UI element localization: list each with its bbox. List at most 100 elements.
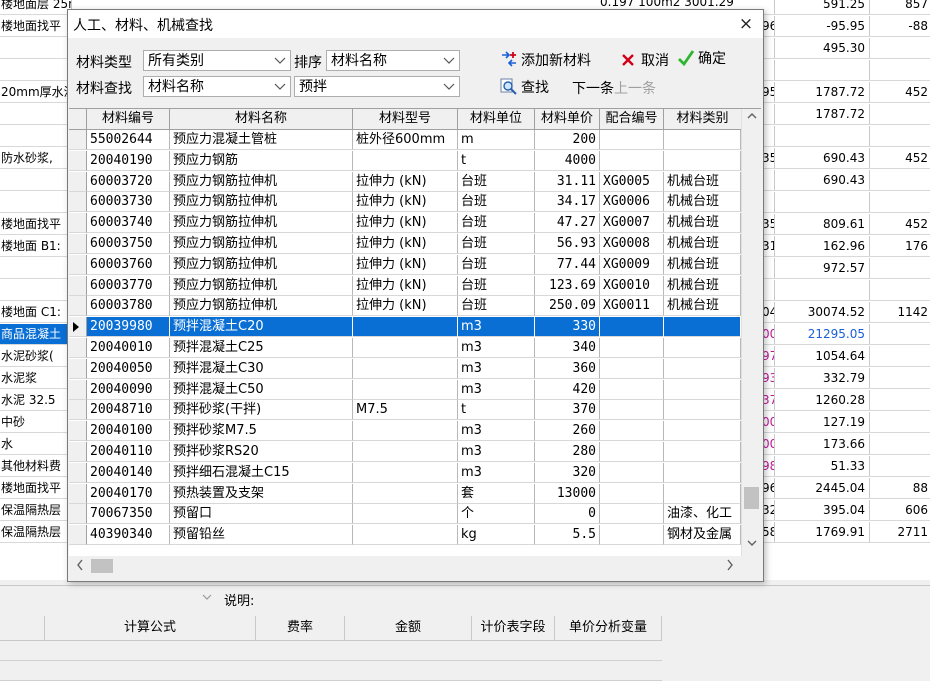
cell-mix[interactable] — [600, 400, 664, 421]
cell-model[interactable]: 桩外径600mm — [353, 130, 458, 150]
row-indicator[interactable] — [69, 171, 87, 192]
cell-unit[interactable]: 个 — [458, 504, 535, 525]
row-indicator[interactable] — [69, 338, 87, 358]
table-row[interactable]: 60003760 预应力钢筋拉伸机 拉伸力 (kN) 台班 77.44 XG0009 机械台… — [69, 254, 741, 275]
cell-price[interactable]: 420 — [535, 379, 600, 400]
cell-model[interactable]: M7.5 — [353, 400, 458, 421]
grid-row[interactable] — [0, 641, 662, 661]
cell-unit[interactable]: m3 — [458, 421, 535, 442]
cell-price[interactable]: 13000 — [535, 483, 600, 504]
cell-cat[interactable] — [664, 338, 741, 358]
row-indicator[interactable] — [69, 192, 87, 213]
cell-code[interactable]: 20040140 — [87, 462, 170, 483]
cell-unit[interactable]: kg — [458, 525, 535, 546]
table-row[interactable]: 20048710 预拌砂浆(干拌) M7.5 t 370 — [69, 400, 741, 421]
col-unit-var[interactable]: 单价分析变量 — [555, 616, 662, 641]
col-category[interactable]: 材料类别 — [664, 109, 742, 129]
cell-price[interactable]: 31.11 — [535, 171, 600, 192]
col-price-field[interactable]: 计价表字段 — [472, 616, 555, 641]
row-indicator[interactable] — [69, 296, 87, 317]
cell-unit[interactable]: m3 — [458, 462, 535, 483]
cell-code[interactable]: 60003760 — [87, 254, 170, 275]
cell-cat[interactable] — [664, 379, 741, 400]
cell-code[interactable]: 60003780 — [87, 296, 170, 317]
cell-mix[interactable]: XG0008 — [600, 234, 664, 254]
cell-mix[interactable] — [600, 504, 664, 525]
cell-code[interactable]: 60003740 — [87, 213, 170, 234]
cell-unit[interactable]: m — [458, 130, 535, 150]
cell-mix[interactable]: XG0005 — [600, 171, 664, 192]
cell-name[interactable]: 预拌细石混凝土C15 — [170, 462, 353, 483]
row-indicator[interactable] — [69, 400, 87, 421]
cell-name[interactable]: 预应力钢筋拉伸机 — [170, 296, 353, 317]
cell-cat[interactable]: 钢材及金属 — [664, 525, 741, 546]
cell-mix[interactable] — [600, 379, 664, 400]
table-row[interactable]: 60003720 预应力钢筋拉伸机 拉伸力 (kN) 台班 31.11 XG0005 机械台… — [69, 171, 741, 192]
cell-cat[interactable] — [664, 130, 741, 150]
cell-model[interactable]: 拉伸力 (kN) — [353, 171, 458, 192]
table-row[interactable]: 60003780 预应力钢筋拉伸机 拉伸力 (kN) 台班 250.09 XG0011 机械… — [69, 296, 741, 317]
table-row[interactable]: 60003750 预应力钢筋拉伸机 拉伸力 (kN) 台班 56.93 XG0008 机械台… — [69, 234, 741, 254]
cell-unit[interactable]: m3 — [458, 338, 535, 358]
cell-model[interactable] — [353, 379, 458, 400]
table-row[interactable]: 60003770 预应力钢筋拉伸机 拉伸力 (kN) 台班 123.69 XG0010 机械… — [69, 275, 741, 296]
cell-mix[interactable] — [600, 442, 664, 462]
cell-cat[interactable] — [664, 421, 741, 442]
search-text-combo[interactable]: 预拌 — [294, 76, 460, 97]
cell-name[interactable]: 预拌混凝土C50 — [170, 379, 353, 400]
row-indicator[interactable] — [69, 213, 87, 234]
table-row[interactable]: 20040090 预拌混凝土C50 m3 420 — [69, 379, 741, 400]
cell-code[interactable]: 60003770 — [87, 275, 170, 296]
table-row[interactable]: 55002644 预应力混凝土管桩 桩外径600mm m 200 — [69, 130, 741, 150]
row-indicator[interactable] — [69, 525, 87, 546]
table-row[interactable]: 70067350 预留口 个 0 油漆、化工 — [69, 504, 741, 525]
chevron-down-icon[interactable] — [200, 589, 214, 607]
scroll-down-icon[interactable] — [744, 535, 759, 555]
cell-model[interactable] — [353, 150, 458, 171]
cell-cat[interactable] — [664, 462, 741, 483]
cell-code[interactable]: 70067350 — [87, 504, 170, 525]
cell-price[interactable]: 5.5 — [535, 525, 600, 546]
cell-model[interactable]: 拉伸力 (kN) — [353, 254, 458, 275]
cell-cat[interactable]: 油漆、化工 — [664, 504, 741, 525]
row-indicator[interactable] — [69, 254, 87, 275]
table-row[interactable]: 20040190 预应力钢筋 t 4000 — [69, 150, 741, 171]
cell-model[interactable] — [353, 358, 458, 379]
cell-name[interactable]: 预应力钢筋拉伸机 — [170, 234, 353, 254]
col-code[interactable]: 材料编号 — [87, 109, 170, 129]
cell-cat[interactable] — [664, 442, 741, 462]
cell-name[interactable]: 预应力混凝土管桩 — [170, 130, 353, 150]
cell-model[interactable] — [353, 504, 458, 525]
cell-mix[interactable] — [600, 338, 664, 358]
cell-price[interactable]: 370 — [535, 400, 600, 421]
table-row[interactable]: 20040010 预拌混凝土C25 m3 340 — [69, 338, 741, 358]
cell-code[interactable]: 20039980 — [87, 317, 170, 338]
row-indicator[interactable] — [69, 421, 87, 442]
cell-cat[interactable]: 机械台班 — [664, 275, 741, 296]
dialog-titlebar[interactable]: 人工、材料、机械查找 × — [68, 10, 763, 38]
cell-code[interactable]: 20048710 — [87, 400, 170, 421]
cell-name[interactable]: 预拌混凝土C25 — [170, 338, 353, 358]
cell-unit[interactable]: 台班 — [458, 213, 535, 234]
cell-model[interactable] — [353, 317, 458, 338]
cell-price[interactable]: 47.27 — [535, 213, 600, 234]
col-rate[interactable]: 费率 — [256, 616, 345, 641]
scroll-left-icon[interactable] — [73, 559, 87, 573]
cell-cat[interactable] — [664, 400, 741, 421]
grid-row[interactable] — [0, 661, 662, 681]
cancel-button[interactable]: 取消 — [621, 50, 669, 70]
row-indicator[interactable] — [69, 275, 87, 296]
cell-code[interactable]: 55002644 — [87, 130, 170, 150]
cell-code[interactable]: 20040090 — [87, 379, 170, 400]
cell-price[interactable]: 200 — [535, 130, 600, 150]
col-name[interactable]: 材料名称 — [170, 109, 353, 129]
cell-mix[interactable]: XG0006 — [600, 192, 664, 213]
cell-model[interactable]: 拉伸力 (kN) — [353, 213, 458, 234]
cell-mix[interactable]: XG0011 — [600, 296, 664, 317]
cell-model[interactable]: 拉伸力 (kN) — [353, 296, 458, 317]
cell-name[interactable]: 预留铅丝 — [170, 525, 353, 546]
col-price[interactable]: 材料单价 — [535, 109, 600, 129]
row-indicator[interactable] — [69, 379, 87, 400]
table-row[interactable]: 20040100 预拌砂浆M7.5 m3 260 — [69, 421, 741, 442]
cell-code[interactable]: 20040050 — [87, 358, 170, 379]
